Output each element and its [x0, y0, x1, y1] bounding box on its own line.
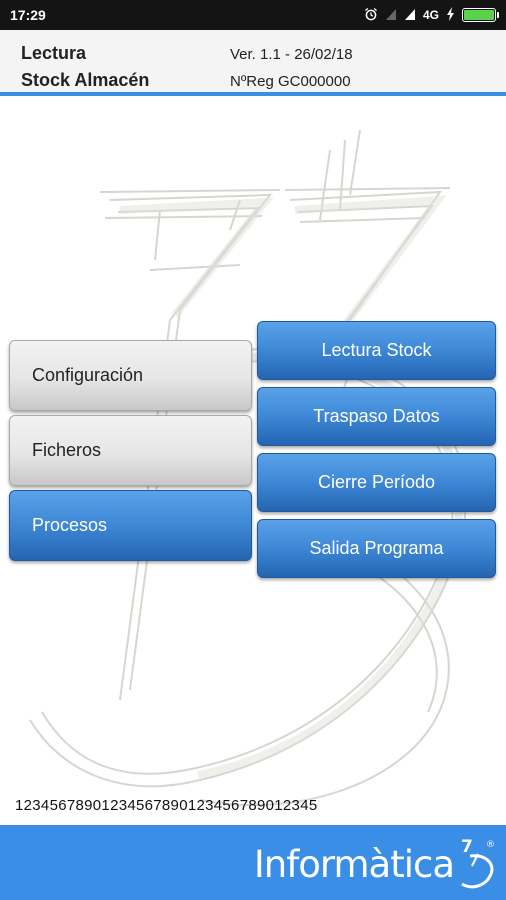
battery-icon [462, 8, 499, 22]
app-title-line1: Lectura [21, 43, 87, 63]
traspaso-datos-button[interactable]: Traspaso Datos [257, 387, 496, 446]
app-info: Ver. 1.1 - 26/02/18 NºReg GC000000 [230, 41, 353, 95]
alarm-icon [364, 7, 378, 23]
signal-icon [404, 8, 416, 23]
status-time: 17:29 [10, 7, 46, 23]
serial-number-text: 12345678901234567890123456789012345 [15, 797, 318, 814]
app-title-line2: Stock Almacén [21, 70, 150, 90]
version-label: Ver. 1.1 - 26/02/18 [230, 46, 353, 63]
signal-icon [385, 8, 397, 23]
status-icons: 4G [364, 7, 499, 23]
status-bar: 17:29 4G [0, 0, 506, 30]
app-header: Lectura Stock Almacén Ver. 1.1 - 26/02/1… [0, 30, 506, 96]
network-type: 4G [422, 8, 439, 22]
lectura-stock-button[interactable]: Lectura Stock [257, 321, 496, 380]
logo-text: Informàtica [253, 842, 455, 886]
ficheros-button[interactable]: Ficheros [9, 415, 252, 486]
procesos-button[interactable]: Procesos [9, 490, 252, 561]
informatica-logo: Informàtica 7 ® [254, 835, 496, 893]
registration-label: NºReg GC000000 [230, 73, 351, 90]
battery-level [464, 10, 494, 20]
app-title: Lectura Stock Almacén [21, 40, 149, 94]
cierre-periodo-button[interactable]: Cierre Período [257, 453, 496, 512]
registered-mark: ® [486, 840, 495, 850]
charging-icon [446, 7, 455, 23]
salida-programa-button[interactable]: Salida Programa [257, 519, 496, 578]
logo-mark-number: 7 [461, 837, 473, 857]
configuracion-button[interactable]: Configuración [9, 340, 252, 411]
footer-bar: Informàtica 7 ® [0, 825, 506, 900]
logo-mark-icon: 7 ® [461, 837, 495, 889]
